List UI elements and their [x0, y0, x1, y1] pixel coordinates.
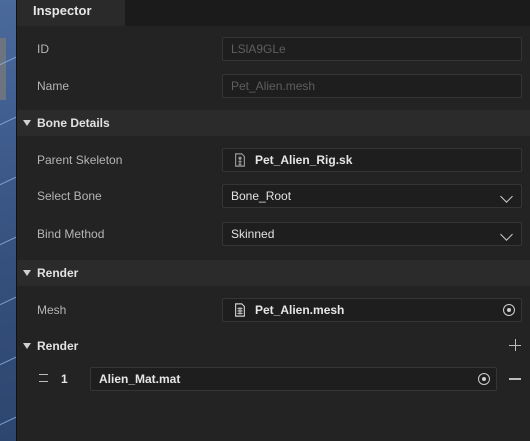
- bind-method-row: Bind Method Skinned: [17, 218, 530, 250]
- bone-details-title: Bone Details: [37, 116, 110, 130]
- id-value: LSlA9GLe: [231, 42, 286, 56]
- viewport-grid-line: [0, 233, 16, 248]
- parent-skeleton-field[interactable]: Pet_Alien_Rig.sk: [222, 148, 522, 172]
- add-material-button[interactable]: [509, 339, 521, 351]
- parent-skeleton-value: Pet_Alien_Rig.sk: [255, 153, 353, 167]
- skeleton-file-icon: [235, 153, 245, 167]
- render-mesh-title: Render: [37, 266, 79, 280]
- object-picker-icon[interactable]: [503, 304, 515, 316]
- viewport-grid-line: [0, 113, 16, 128]
- select-bone-value: Bone_Root: [231, 189, 292, 203]
- parent-skeleton-row: Parent Skeleton Pet_Alien_Rig.sk: [17, 144, 530, 176]
- remove-material-button[interactable]: [509, 378, 521, 380]
- id-label: ID: [37, 42, 49, 56]
- material-value: Alien_Mat.mat: [99, 372, 181, 386]
- collapse-triangle-icon: [23, 120, 31, 126]
- name-label: Name: [37, 79, 70, 93]
- collapse-triangle-icon: [23, 270, 31, 276]
- mesh-field[interactable]: Pet_Alien.mesh: [222, 298, 522, 322]
- render-materials-title: Render: [37, 339, 79, 353]
- bone-details-header[interactable]: Bone Details: [17, 110, 530, 136]
- object-picker-icon[interactable]: [478, 373, 490, 385]
- id-field: LSlA9GLe: [222, 37, 522, 61]
- drag-handle-icon[interactable]: [39, 374, 48, 382]
- mesh-value: Pet_Alien.mesh: [255, 303, 345, 317]
- list-item: 1 Alien_Mat.mat: [17, 366, 530, 392]
- scene-viewport-edge[interactable]: [0, 0, 16, 441]
- chevron-down-icon: [500, 190, 513, 203]
- parent-skeleton-label: Parent Skeleton: [37, 153, 123, 167]
- inspector-panel: Inspector ID LSlA9GLe Name Pet_Alien.mes…: [16, 0, 530, 441]
- select-bone-row: Select Bone Bone_Root: [17, 180, 530, 212]
- bind-method-value: Skinned: [231, 227, 275, 241]
- name-field[interactable]: Pet_Alien.mesh: [222, 74, 522, 98]
- bind-method-label: Bind Method: [37, 227, 105, 241]
- render-materials-header[interactable]: Render: [17, 333, 530, 359]
- viewport-object: [0, 38, 6, 100]
- viewport-grid-line: [0, 293, 16, 308]
- mesh-label: Mesh: [37, 303, 67, 317]
- name-row: Name Pet_Alien.mesh: [17, 70, 530, 102]
- viewport-grid-line: [0, 173, 16, 188]
- mesh-row: Mesh Pet_Alien.mesh: [17, 294, 530, 326]
- render-mesh-header[interactable]: Render: [17, 260, 530, 286]
- material-field[interactable]: Alien_Mat.mat: [90, 367, 497, 391]
- name-value: Pet_Alien.mesh: [231, 79, 316, 93]
- viewport-grid-line: [0, 353, 16, 368]
- mesh-grid-icon: [235, 303, 245, 317]
- id-row: ID LSlA9GLe: [17, 33, 530, 65]
- select-bone-dropdown[interactable]: Bone_Root: [222, 184, 522, 208]
- material-index: 1: [61, 372, 68, 386]
- bind-method-dropdown[interactable]: Skinned: [222, 222, 522, 246]
- tab-bar: Inspector: [17, 0, 530, 26]
- tab-inspector[interactable]: Inspector: [17, 0, 125, 26]
- chevron-down-icon: [500, 228, 513, 241]
- select-bone-label: Select Bone: [37, 189, 102, 203]
- viewport-grid-line: [0, 413, 16, 428]
- collapse-triangle-icon: [23, 343, 31, 349]
